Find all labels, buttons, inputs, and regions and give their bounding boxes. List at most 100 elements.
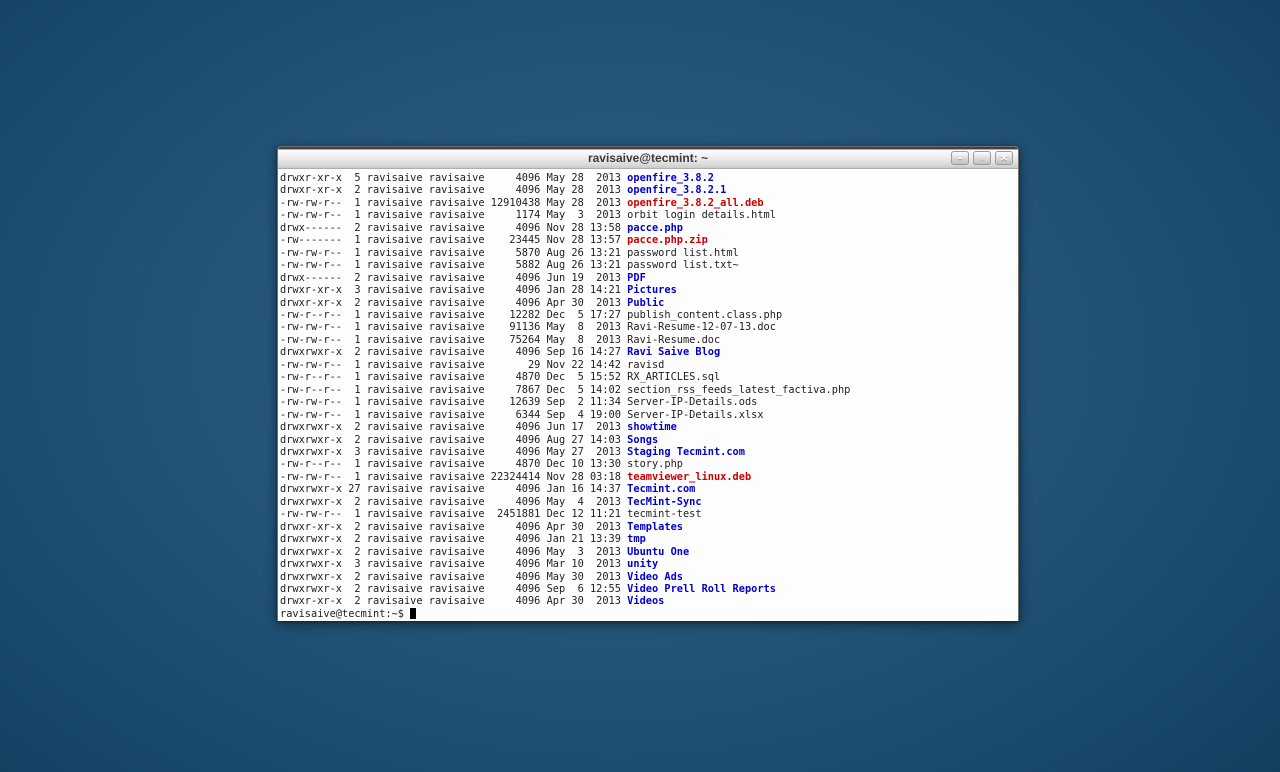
file-name: Songs <box>627 434 658 446</box>
file-row: -rw-rw-r-- 1 ravisaive ravisaive 2451881… <box>280 508 1018 520</box>
file-name: password list.txt~ <box>627 259 739 271</box>
file-meta: -rw-rw-r-- 1 ravisaive ravisaive 5882 Au… <box>280 259 627 271</box>
file-row: -rw-rw-r-- 1 ravisaive ravisaive 1174 Ma… <box>280 209 1018 221</box>
file-name: Pictures <box>627 284 677 296</box>
file-name: publish_content.class.php <box>627 309 782 321</box>
file-meta: drwxr-xr-x 2 ravisaive ravisaive 4096 Ap… <box>280 521 627 533</box>
file-name: Templates <box>627 521 683 533</box>
file-name: ravisd <box>627 359 664 371</box>
file-meta: drwxrwxr-x 3 ravisaive ravisaive 4096 Ma… <box>280 558 627 570</box>
file-row: drwxr-xr-x 3 ravisaive ravisaive 4096 Ja… <box>280 284 1018 296</box>
file-name: TecMint-Sync <box>627 496 701 508</box>
terminal-cursor <box>410 608 416 619</box>
file-name: RX_ARTICLES.sql <box>627 371 720 383</box>
file-meta: -rw-rw-r-- 1 ravisaive ravisaive 75264 M… <box>280 334 627 346</box>
file-row: -rw------- 1 ravisaive ravisaive 23445 N… <box>280 234 1018 246</box>
file-row: -rw-r--r-- 1 ravisaive ravisaive 7867 De… <box>280 384 1018 396</box>
file-meta: -rw-rw-r-- 1 ravisaive ravisaive 1174 Ma… <box>280 209 627 221</box>
file-meta: drwxrwxr-x 2 ravisaive ravisaive 4096 Ma… <box>280 571 627 583</box>
file-meta: -rw-rw-r-- 1 ravisaive ravisaive 2451881… <box>280 508 627 520</box>
file-meta: drwxrwxr-x 2 ravisaive ravisaive 4096 Se… <box>280 583 627 595</box>
desktop-background: ravisaive@tecmint: ~ – ▫ ✕ drwxr-xr-x 5 … <box>0 0 1280 772</box>
file-name: Public <box>627 297 664 309</box>
file-row: drwxrwxr-x 2 ravisaive ravisaive 4096 Ma… <box>280 571 1018 583</box>
file-meta: -rw-rw-r-- 1 ravisaive ravisaive 91136 M… <box>280 321 627 333</box>
maximize-icon: ▫ <box>980 153 983 163</box>
file-meta: drwx------ 2 ravisaive ravisaive 4096 Ju… <box>280 272 627 284</box>
file-row: -rw-rw-r-- 1 ravisaive ravisaive 91136 M… <box>280 321 1018 333</box>
file-meta: drwxr-xr-x 2 ravisaive ravisaive 4096 Ma… <box>280 184 627 196</box>
file-row: -rw-r--r-- 1 ravisaive ravisaive 4870 De… <box>280 458 1018 470</box>
file-row: -rw-r--r-- 1 ravisaive ravisaive 4870 De… <box>280 371 1018 383</box>
file-row: drwx------ 2 ravisaive ravisaive 4096 No… <box>280 222 1018 234</box>
file-name: tmp <box>627 533 646 545</box>
file-meta: -rw-rw-r-- 1 ravisaive ravisaive 2232441… <box>280 471 627 483</box>
file-name: pacce.php <box>627 222 683 234</box>
file-name: Ravi-Resume.doc <box>627 334 720 346</box>
file-name: Video Ads <box>627 571 683 583</box>
file-name: Server-IP-Details.ods <box>627 396 757 408</box>
file-meta: -rw-rw-r-- 1 ravisaive ravisaive 1291043… <box>280 197 627 209</box>
file-meta: drwxrwxr-x 2 ravisaive ravisaive 4096 Ja… <box>280 533 627 545</box>
file-meta: -rw-rw-r-- 1 ravisaive ravisaive 6344 Se… <box>280 409 627 421</box>
file-row: drwxrwxr-x 2 ravisaive ravisaive 4096 Ma… <box>280 496 1018 508</box>
file-row: drwxrwxr-x 27 ravisaive ravisaive 4096 J… <box>280 483 1018 495</box>
file-meta: -rw-rw-r-- 1 ravisaive ravisaive 12639 S… <box>280 396 627 408</box>
terminal-window: ravisaive@tecmint: ~ – ▫ ✕ drwxr-xr-x 5 … <box>277 146 1019 621</box>
file-row: -rw-r--r-- 1 ravisaive ravisaive 12282 D… <box>280 309 1018 321</box>
file-meta: drwxrwxr-x 2 ravisaive ravisaive 4096 Ma… <box>280 496 627 508</box>
file-name: openfire_3.8.2.1 <box>627 184 726 196</box>
file-meta: drwxrwxr-x 2 ravisaive ravisaive 4096 Se… <box>280 346 627 358</box>
file-row: drwxr-xr-x 2 ravisaive ravisaive 4096 Ap… <box>280 297 1018 309</box>
shell-prompt: ravisaive@tecmint:~$ <box>280 608 404 620</box>
file-meta: drwxrwxr-x 2 ravisaive ravisaive 4096 Ma… <box>280 546 627 558</box>
file-meta: -rw-r--r-- 1 ravisaive ravisaive 12282 D… <box>280 309 627 321</box>
file-name: Ubuntu One <box>627 546 689 558</box>
minimize-icon: – <box>957 153 962 163</box>
file-row: drwxr-xr-x 2 ravisaive ravisaive 4096 Ap… <box>280 521 1018 533</box>
file-row: -rw-rw-r-- 1 ravisaive ravisaive 6344 Se… <box>280 409 1018 421</box>
file-meta: -rw-r--r-- 1 ravisaive ravisaive 7867 De… <box>280 384 627 396</box>
file-row: drwxrwxr-x 2 ravisaive ravisaive 4096 Ju… <box>280 421 1018 433</box>
file-name: orbit login details.html <box>627 209 776 221</box>
file-meta: drwxrwxr-x 3 ravisaive ravisaive 4096 Ma… <box>280 446 627 458</box>
window-titlebar[interactable]: ravisaive@tecmint: ~ – ▫ ✕ <box>278 147 1018 169</box>
file-name: Ravi-Resume-12-07-13.doc <box>627 321 776 333</box>
maximize-button[interactable]: ▫ <box>973 151 991 165</box>
file-name: Tecmint.com <box>627 483 695 495</box>
terminal-screen[interactable]: drwxr-xr-x 5 ravisaive ravisaive 4096 Ma… <box>278 169 1018 621</box>
file-row: drwxr-xr-x 5 ravisaive ravisaive 4096 Ma… <box>280 172 1018 184</box>
file-name: password list.html <box>627 247 739 259</box>
file-row: -rw-rw-r-- 1 ravisaive ravisaive 75264 M… <box>280 334 1018 346</box>
file-meta: drwxrwxr-x 2 ravisaive ravisaive 4096 Ju… <box>280 421 627 433</box>
prompt-line: ravisaive@tecmint:~$ <box>280 608 1018 620</box>
file-meta: -rw-r--r-- 1 ravisaive ravisaive 4870 De… <box>280 371 627 383</box>
window-title: ravisaive@tecmint: ~ <box>278 151 1018 165</box>
file-name: section_rss_feeds_latest_factiva.php <box>627 384 850 396</box>
file-name: openfire_3.8.2 <box>627 172 714 184</box>
file-name: showtime <box>627 421 677 433</box>
file-name: Videos <box>627 595 664 607</box>
file-row: drwxrwxr-x 3 ravisaive ravisaive 4096 Ma… <box>280 446 1018 458</box>
file-name: Staging Tecmint.com <box>627 446 745 458</box>
file-row: drwxr-xr-x 2 ravisaive ravisaive 4096 Ma… <box>280 184 1018 196</box>
file-meta: drwxr-xr-x 5 ravisaive ravisaive 4096 Ma… <box>280 172 627 184</box>
file-row: drwxrwxr-x 2 ravisaive ravisaive 4096 Au… <box>280 434 1018 446</box>
file-meta: drwx------ 2 ravisaive ravisaive 4096 No… <box>280 222 627 234</box>
file-name: openfire_3.8.2_all.deb <box>627 197 763 209</box>
file-meta: -rw-rw-r-- 1 ravisaive ravisaive 29 Nov … <box>280 359 627 371</box>
file-meta: drwxr-xr-x 3 ravisaive ravisaive 4096 Ja… <box>280 284 627 296</box>
file-row: drwxr-xr-x 2 ravisaive ravisaive 4096 Ap… <box>280 595 1018 607</box>
close-icon: ✕ <box>1000 153 1008 163</box>
file-name: pacce.php.zip <box>627 234 708 246</box>
file-row: -rw-rw-r-- 1 ravisaive ravisaive 29 Nov … <box>280 359 1018 371</box>
file-row: -rw-rw-r-- 1 ravisaive ravisaive 1291043… <box>280 197 1018 209</box>
file-meta: -rw-rw-r-- 1 ravisaive ravisaive 5870 Au… <box>280 247 627 259</box>
file-row: drwxrwxr-x 2 ravisaive ravisaive 4096 Ja… <box>280 533 1018 545</box>
file-meta: -rw------- 1 ravisaive ravisaive 23445 N… <box>280 234 627 246</box>
file-row: drwxrwxr-x 2 ravisaive ravisaive 4096 Se… <box>280 346 1018 358</box>
close-button[interactable]: ✕ <box>995 151 1013 165</box>
file-row: drwxrwxr-x 3 ravisaive ravisaive 4096 Ma… <box>280 558 1018 570</box>
file-name: Ravi Saive Blog <box>627 346 720 358</box>
minimize-button[interactable]: – <box>951 151 969 165</box>
